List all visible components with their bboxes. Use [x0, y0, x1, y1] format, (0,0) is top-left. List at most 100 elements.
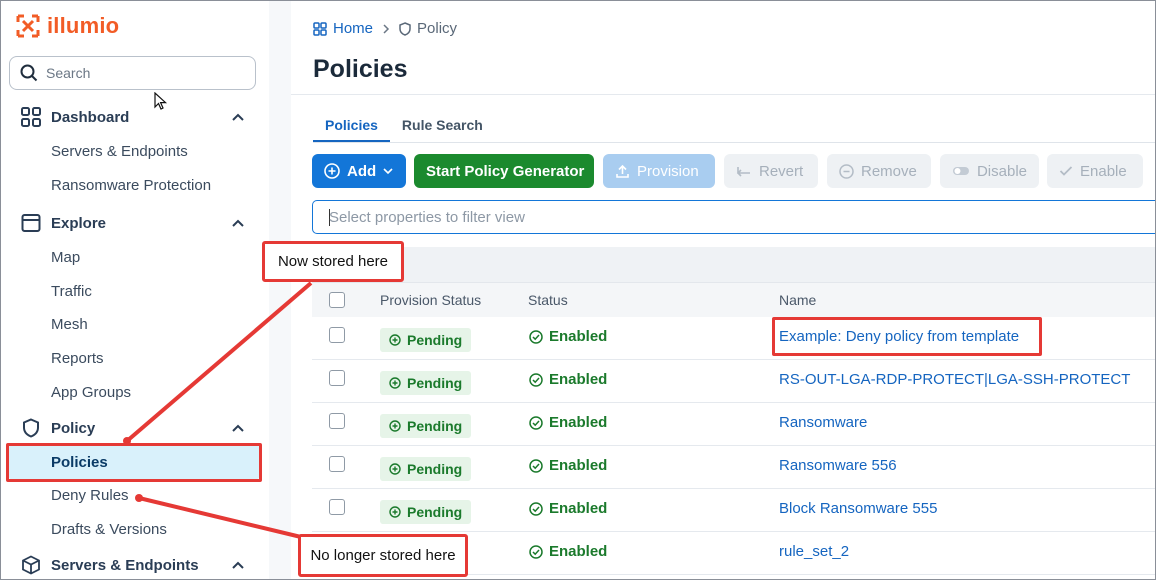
row-checkbox[interactable] — [329, 499, 345, 515]
remove-button[interactable]: Remove — [827, 154, 931, 188]
sidebar-item-reports[interactable]: Reports — [51, 350, 104, 367]
row-checkbox[interactable] — [329, 370, 345, 386]
nav-group-explore[interactable]: Explore — [1, 208, 269, 238]
main-content: Home Policy Policies Policies Rule Searc… — [291, 1, 1155, 579]
logo[interactable]: illumio — [15, 13, 119, 39]
table-row[interactable]: Pending Enabled Ransomware 556 — [312, 446, 1155, 489]
plus-circle-icon — [389, 506, 401, 518]
disable-button[interactable]: Disable — [940, 154, 1039, 188]
nav-group-servers-endpoints[interactable]: Servers & Endpoints — [1, 550, 269, 579]
toggle-icon — [952, 167, 969, 175]
upload-icon — [616, 164, 629, 178]
column-header-name[interactable]: Name — [779, 292, 816, 308]
column-header-provision-status[interactable]: Provision Status — [380, 292, 481, 308]
sidebar-item-servers-endpoints[interactable]: Servers & Endpoints — [51, 143, 188, 160]
remove-button-label: Remove — [861, 162, 917, 180]
chevron-right-icon — [383, 23, 390, 34]
disable-button-label: Disable — [976, 162, 1027, 180]
provision-status-badge: Pending — [380, 371, 472, 395]
filter-input[interactable]: Select properties to filter view — [312, 200, 1155, 234]
breadcrumb-home[interactable]: Home — [313, 20, 373, 37]
provision-status-label: Pending — [407, 375, 463, 391]
row-checkbox[interactable] — [329, 413, 345, 429]
chevron-up-icon[interactable] — [231, 217, 245, 229]
highlight-example-policy — [772, 317, 1042, 356]
minus-circle-icon — [839, 163, 854, 179]
tab-rule-search[interactable]: Rule Search — [390, 113, 495, 143]
sidebar-item-drafts-versions[interactable]: Drafts & Versions — [51, 521, 167, 538]
check-icon — [1059, 166, 1073, 176]
table-toolbar-band — [312, 247, 1155, 282]
generator-button-label: Start Policy Generator — [426, 162, 585, 180]
nav-group-policy[interactable]: Policy — [1, 413, 269, 443]
chevron-up-icon[interactable] — [231, 559, 245, 571]
sidebar-item-deny-rules[interactable]: Deny Rules — [51, 487, 129, 504]
table-row[interactable]: Pending Enabled Ransomware — [312, 403, 1155, 446]
search-input[interactable]: Search — [9, 56, 256, 90]
table-header: Provision Status Status Name — [312, 282, 1155, 317]
filter-placeholder: Select properties to filter view — [329, 209, 525, 226]
sidebar-item-app-groups[interactable]: App Groups — [51, 384, 131, 401]
status-label: Enabled — [549, 457, 608, 474]
table-row[interactable]: Pending Enabled RS-OUT-LGA-RDP-PROTECT|L… — [312, 360, 1155, 403]
policy-name-link[interactable]: Ransomware 556 — [779, 457, 897, 474]
status-cell: Enabled — [529, 457, 607, 474]
sidebar-item-ransomware-protection[interactable]: Ransomware Protection — [51, 177, 211, 194]
plus-circle-icon — [389, 463, 401, 475]
revert-button[interactable]: Revert — [724, 154, 818, 188]
start-policy-generator-button[interactable]: Start Policy Generator — [414, 154, 594, 188]
nav-group-dashboard[interactable]: Dashboard — [1, 102, 269, 132]
sidebar-item-traffic[interactable]: Traffic — [51, 283, 92, 300]
status-label: Enabled — [549, 500, 608, 517]
check-circle-icon — [529, 544, 543, 559]
breadcrumb-current-label: Policy — [417, 20, 458, 37]
provision-button[interactable]: Provision — [603, 154, 715, 188]
breadcrumb-home-label: Home — [333, 20, 374, 37]
column-header-status[interactable]: Status — [528, 292, 568, 308]
select-all-checkbox[interactable] — [329, 292, 345, 308]
shield-icon — [23, 418, 39, 438]
tab-policies[interactable]: Policies — [313, 113, 390, 143]
enable-button[interactable]: Enable — [1047, 154, 1143, 188]
add-button[interactable]: Add — [312, 154, 406, 188]
divider — [291, 94, 1155, 95]
row-checkbox[interactable] — [329, 327, 345, 343]
status-label: Enabled — [549, 371, 608, 388]
grid-icon — [21, 107, 41, 127]
sidebar-item-mesh[interactable]: Mesh — [51, 316, 88, 333]
provision-status-badge: Pending — [380, 328, 472, 352]
provision-status-label: Pending — [407, 418, 463, 434]
nav-group-label: Explore — [51, 215, 107, 232]
shield-icon — [399, 21, 411, 36]
callout-no-longer-stored: No longer stored here — [298, 534, 468, 577]
provision-status-badge: Pending — [380, 500, 472, 524]
policy-name-link[interactable]: Ransomware — [779, 414, 867, 431]
status-cell: Enabled — [529, 328, 607, 345]
nav-group-label: Dashboard — [51, 109, 130, 126]
grid-icon — [313, 21, 327, 36]
nav-group-label: Servers & Endpoints — [51, 557, 199, 574]
check-circle-icon — [529, 415, 543, 430]
sidebar-item-map[interactable]: Map — [51, 249, 80, 266]
status-cell: Enabled — [529, 543, 607, 560]
provision-status-badge: Pending — [380, 414, 472, 438]
policy-name-link[interactable]: Block Ransomware 555 — [779, 500, 937, 517]
sidebar: illumio Search Dashboard Servers & Endpo — [1, 1, 269, 579]
chevron-up-icon[interactable] — [231, 111, 245, 123]
chevron-up-icon[interactable] — [231, 422, 245, 434]
policy-name-link[interactable]: rule_set_2 — [779, 543, 849, 560]
search-placeholder: Search — [46, 65, 91, 81]
status-cell: Enabled — [529, 500, 607, 517]
policy-name-link[interactable]: RS-OUT-LGA-RDP-PROTECT|LGA-SSH-PROTECT — [779, 371, 1130, 388]
add-button-label: Add — [347, 162, 377, 180]
table-row[interactable]: Pending Enabled Block Ransomware 555 — [312, 489, 1155, 532]
plus-circle-icon — [389, 377, 401, 389]
page-title: Policies — [313, 55, 408, 83]
check-circle-icon — [529, 458, 543, 473]
status-label: Enabled — [549, 328, 608, 345]
nav-group-label: Policy — [51, 420, 96, 437]
row-checkbox[interactable] — [329, 456, 345, 472]
app-window: illumio Search Dashboard Servers & Endpo — [0, 0, 1156, 580]
provision-button-label: Provision — [637, 162, 699, 180]
plus-circle-icon — [324, 163, 340, 179]
